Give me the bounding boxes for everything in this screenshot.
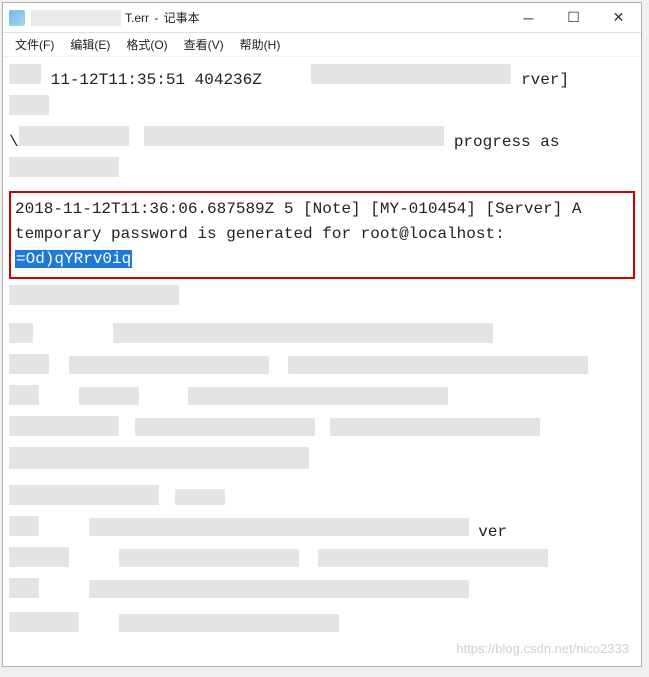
redacted-row [9,547,635,575]
menubar: 文件(F) 编辑(E) 格式(O) 查看(V) 帮助(H) [3,33,641,57]
log-fragment: 11-12T11:35:51 404236Z [51,71,262,89]
notepad-icon [9,10,25,26]
redacted-row [9,323,635,351]
titlebar[interactable]: T.err - 记事本 ─ ☐ ✕ [3,3,641,33]
redacted-row [9,612,635,640]
menu-file[interactable]: 文件(F) [9,34,60,55]
text-area[interactable]: 11-12T11:35:51 404236Z rver] \ progress … [3,57,641,666]
watermark: https://blog.csdn.net/nico2333 [456,639,629,659]
log-line-2: temporary password is generated for root… [15,225,505,243]
menu-format[interactable]: 格式(O) [120,34,173,55]
menu-help[interactable]: 帮助(H) [234,34,287,55]
title-separator: - [151,11,162,25]
generated-password: =Od)qYRrv0iq [15,250,132,268]
redacted-row: ver [9,516,635,544]
log-line-1: 2018-11-12T11:36:06.687589Z 5 [Note] [MY… [15,200,582,218]
highlight-box: 2018-11-12T11:36:06.687589Z 5 [Note] [MY… [9,191,635,279]
filename-suffix: T.err [125,11,149,25]
redacted-title-part [31,10,121,26]
redacted-row [9,354,635,382]
log-fragment: progress as [454,133,560,151]
window-title: T.err - 记事本 [31,9,506,26]
redacted-row: 11-12T11:35:51 404236Z rver] [9,64,635,92]
log-fragment: ver [478,523,507,541]
redacted-row: \ progress as [9,126,635,154]
redacted-row [9,416,635,444]
minimize-button[interactable]: ─ [506,3,551,33]
redacted-row [9,485,635,513]
app-name: 记事本 [164,9,200,26]
redacted-row [9,447,635,477]
maximize-button[interactable]: ☐ [551,3,596,33]
redacted-row [9,157,635,185]
close-button[interactable]: ✕ [596,3,641,33]
redacted-row [9,285,635,313]
menu-edit[interactable]: 编辑(E) [64,34,116,55]
menu-view[interactable]: 查看(V) [178,34,230,55]
redacted-row [9,578,635,606]
redacted-row [9,95,635,123]
notepad-window: T.err - 记事本 ─ ☐ ✕ 文件(F) 编辑(E) 格式(O) 查看(V… [2,2,642,667]
window-controls: ─ ☐ ✕ [506,3,641,33]
log-fragment: rver] [521,71,569,89]
redacted-row [9,385,635,413]
